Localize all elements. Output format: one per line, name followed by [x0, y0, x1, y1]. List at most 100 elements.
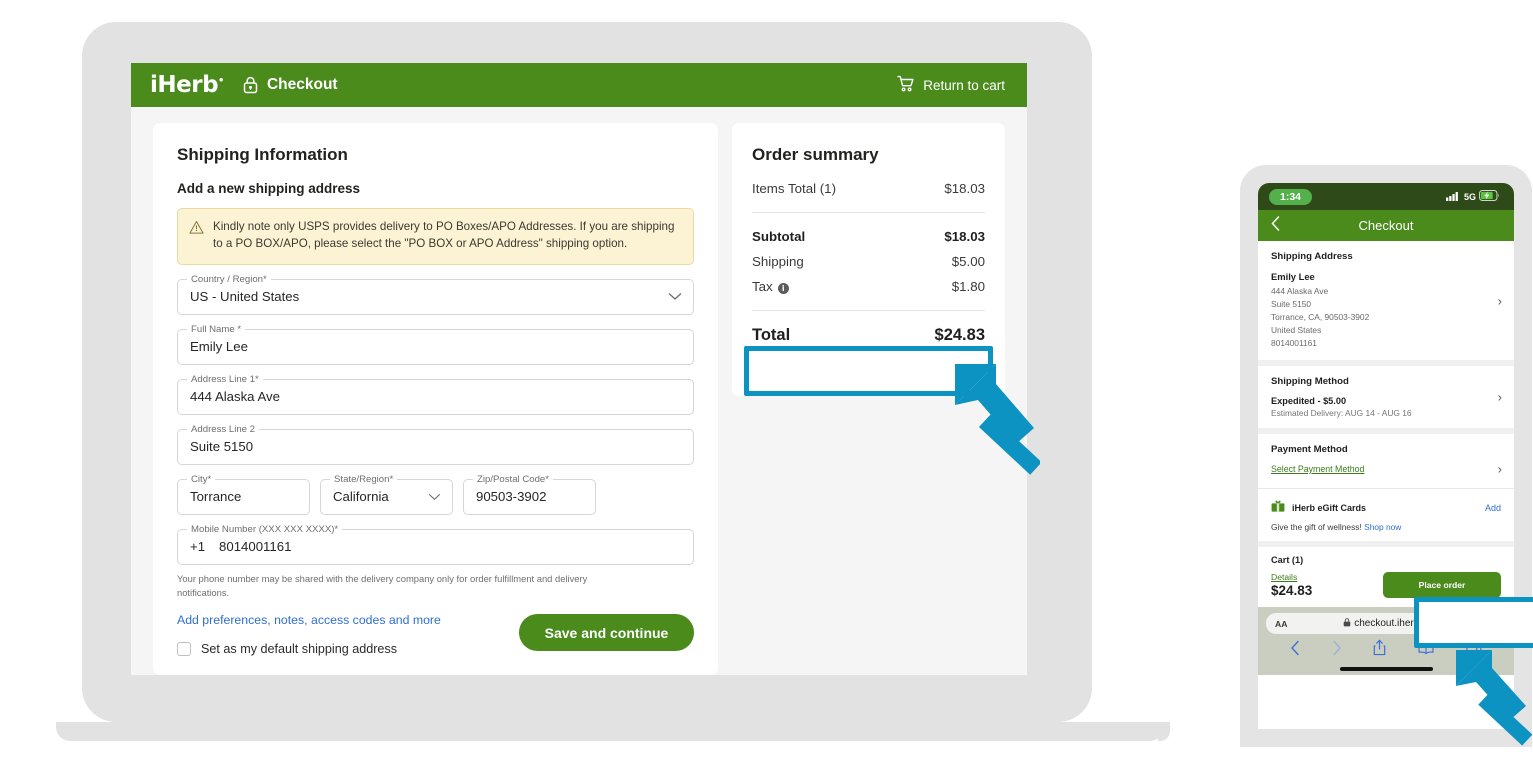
phone-shipping-option: Expedited - $5.00 [1271, 396, 1347, 407]
gift-card-subtext: Give the gift of wellness! [1271, 522, 1362, 533]
order-summary-heading: Order summary [752, 145, 879, 164]
cart-details-link[interactable]: Details [1271, 572, 1383, 582]
chevron-right-icon[interactable]: › [1498, 390, 1502, 405]
network-type-label: 5G [1463, 191, 1476, 202]
mobile-number-value: 8014001161 [219, 539, 292, 555]
safari-url-bar[interactable]: AA checkout.iherb.com [1266, 613, 1506, 635]
chevron-right-icon[interactable]: › [1498, 293, 1502, 308]
full-name-value: Emily Lee [190, 339, 248, 355]
battery-charging-icon [1479, 188, 1501, 206]
chevron-right-icon[interactable] [1332, 640, 1342, 661]
share-icon[interactable] [1373, 639, 1386, 661]
zip-postal-code-label: Zip/Postal Code* [473, 473, 553, 485]
address-line-1-label: Address Line 1* [187, 373, 263, 385]
text-size-aa-button[interactable]: AA [1275, 619, 1287, 629]
phone-status-bar: 1:34 5G [1258, 183, 1514, 210]
phone-shipping-method-section[interactable]: Shipping Method Expedited - $5.00 Estima… [1258, 366, 1514, 429]
phone-payment-method-heading: Payment Method [1271, 444, 1348, 456]
mobile-country-code: +1 [190, 539, 206, 555]
return-to-cart-label: Return to cart [923, 77, 1005, 93]
pointer-arrow-desktop [955, 364, 1040, 475]
gift-card-icon [1271, 499, 1285, 517]
warning-text: Kindly note only USPS provides delivery … [213, 220, 675, 250]
phone-delivery-estimate: Estimated Delivery: AUG 14 - AUG 16 [1271, 408, 1412, 419]
tax-value: $1.80 [951, 279, 985, 294]
laptop-base [56, 722, 1170, 741]
phone-cart-row: Details $24.83 Place order [1258, 565, 1514, 607]
cart-total-price: $24.83 [1271, 583, 1313, 599]
gift-card-add-link[interactable]: Add [1485, 503, 1501, 513]
home-indicator [1339, 667, 1433, 672]
phone-privacy-note: Your phone number may be shared with the… [177, 572, 588, 598]
items-total-row: Items Total (1) $18.03 [752, 181, 985, 196]
status-indicators: 5G [1445, 188, 1501, 206]
gift-card-row: iHerb eGift Cards Add [1271, 499, 1501, 517]
phone-cart-heading-wrap: Cart (1) [1258, 547, 1514, 566]
status-time: 1:34 [1269, 188, 1313, 205]
address-line: 8014001161 [1271, 338, 1317, 349]
subtotal-label: Subtotal [752, 229, 806, 244]
chevron-left-icon[interactable] [1290, 640, 1300, 661]
phone-shipping-address-section[interactable]: Shipping Address Emily Lee 444 Alaska Av… [1258, 241, 1514, 361]
return-to-cart-button[interactable]: Return to cart [897, 75, 1005, 95]
phone-recipient-name: Emily Lee [1271, 271, 1315, 282]
total-row: Total $24.83 [752, 326, 985, 345]
zip-postal-code-value: 90503-3902 [476, 489, 547, 505]
summary-divider-1 [752, 212, 985, 213]
city-state-zip-row: City* Torrance State/Region* California … [177, 465, 694, 515]
address-line: Torrance, CA, 90503-3902 [1271, 312, 1370, 323]
address-line-2-label: Address Line 2 [187, 423, 259, 435]
default-address-checkbox[interactable] [177, 641, 191, 656]
phone-cart-price-block: Details $24.83 [1271, 572, 1383, 598]
lock-icon [242, 76, 259, 94]
site-header: iHerb• Checkout Return to cart [131, 63, 1027, 107]
phone-shipping-address-heading: Shipping Address [1271, 251, 1353, 262]
select-payment-method-link[interactable]: Select Payment Method [1271, 464, 1364, 474]
address-line-2-input[interactable]: Address Line 2 Suite 5150 [177, 423, 694, 465]
phone-page-title: Checkout [1358, 218, 1414, 233]
info-icon[interactable]: i [777, 283, 789, 294]
total-label: Total [752, 326, 791, 344]
chevron-left-icon[interactable] [1271, 216, 1280, 235]
country-region-value: US - United States [190, 289, 300, 305]
phone-address-lines: 444 Alaska Ave Suite 5150 Torrance, CA, … [1271, 285, 1501, 350]
chevron-down-icon [428, 488, 441, 506]
iherb-logo[interactable]: iHerb• [150, 72, 224, 98]
desktop-browser-screen: iHerb• Checkout Return to cart Shipping … [131, 63, 1027, 675]
chevron-right-icon[interactable]: › [1498, 461, 1502, 476]
subtotal-value: $18.03 [944, 229, 985, 244]
shipping-value: $5.00 [951, 254, 985, 269]
full-name-input[interactable]: Full Name * Emily Lee [177, 323, 694, 365]
gift-card-subtext-row: Give the gift of wellness! Shop now [1271, 522, 1501, 532]
shipping-label: Shipping [752, 254, 804, 269]
address-line-1-input[interactable]: Address Line 1* 444 Alaska Ave [177, 373, 694, 415]
lock-icon [1343, 618, 1354, 629]
summary-divider-2 [752, 310, 985, 311]
country-region-select[interactable]: Country / Region* US - United States [177, 273, 694, 315]
shipping-information-card: Shipping Information Add a new shipping … [153, 123, 718, 675]
shipping-row: Shipping $5.00 [752, 254, 985, 269]
checkout-content: Shipping Information Add a new shipping … [131, 107, 1027, 675]
address-line: United States [1271, 325, 1322, 336]
chevron-down-icon [668, 288, 682, 306]
save-and-continue-button[interactable]: Save and continue [519, 614, 694, 651]
shipping-information-heading: Shipping Information [177, 145, 348, 164]
save-button-wrapper: Save and continue [519, 614, 694, 651]
book-icon[interactable] [1418, 641, 1434, 660]
address-line: Suite 5150 [1271, 299, 1312, 310]
zip-postal-code-input[interactable]: Zip/Postal Code* 90503-3902 [463, 473, 596, 515]
mobile-number-input[interactable]: Mobile Number (XXX XXX XXXX)* +1 8014001… [177, 523, 694, 565]
address-line: 444 Alaska Ave [1271, 286, 1329, 296]
items-total-label: Items Total (1) [752, 181, 836, 196]
city-input[interactable]: City* Torrance [177, 473, 310, 515]
subtotal-row: Subtotal $18.03 [752, 229, 985, 244]
tax-label: Tax [752, 279, 773, 294]
phone-payment-method-section[interactable]: Payment Method Select Payment Method › [1258, 434, 1514, 489]
cart-icon [897, 75, 915, 95]
gift-card-shop-now-link[interactable]: Shop now [1364, 522, 1401, 532]
phone-place-order-button[interactable]: Place order [1383, 572, 1501, 599]
url-text-group: checkout.iherb.com [1287, 618, 1497, 629]
pointer-arrow-phone [1456, 650, 1533, 746]
state-region-select[interactable]: State/Region* California [320, 473, 453, 515]
default-address-label: Set as my default shipping address [201, 641, 398, 656]
